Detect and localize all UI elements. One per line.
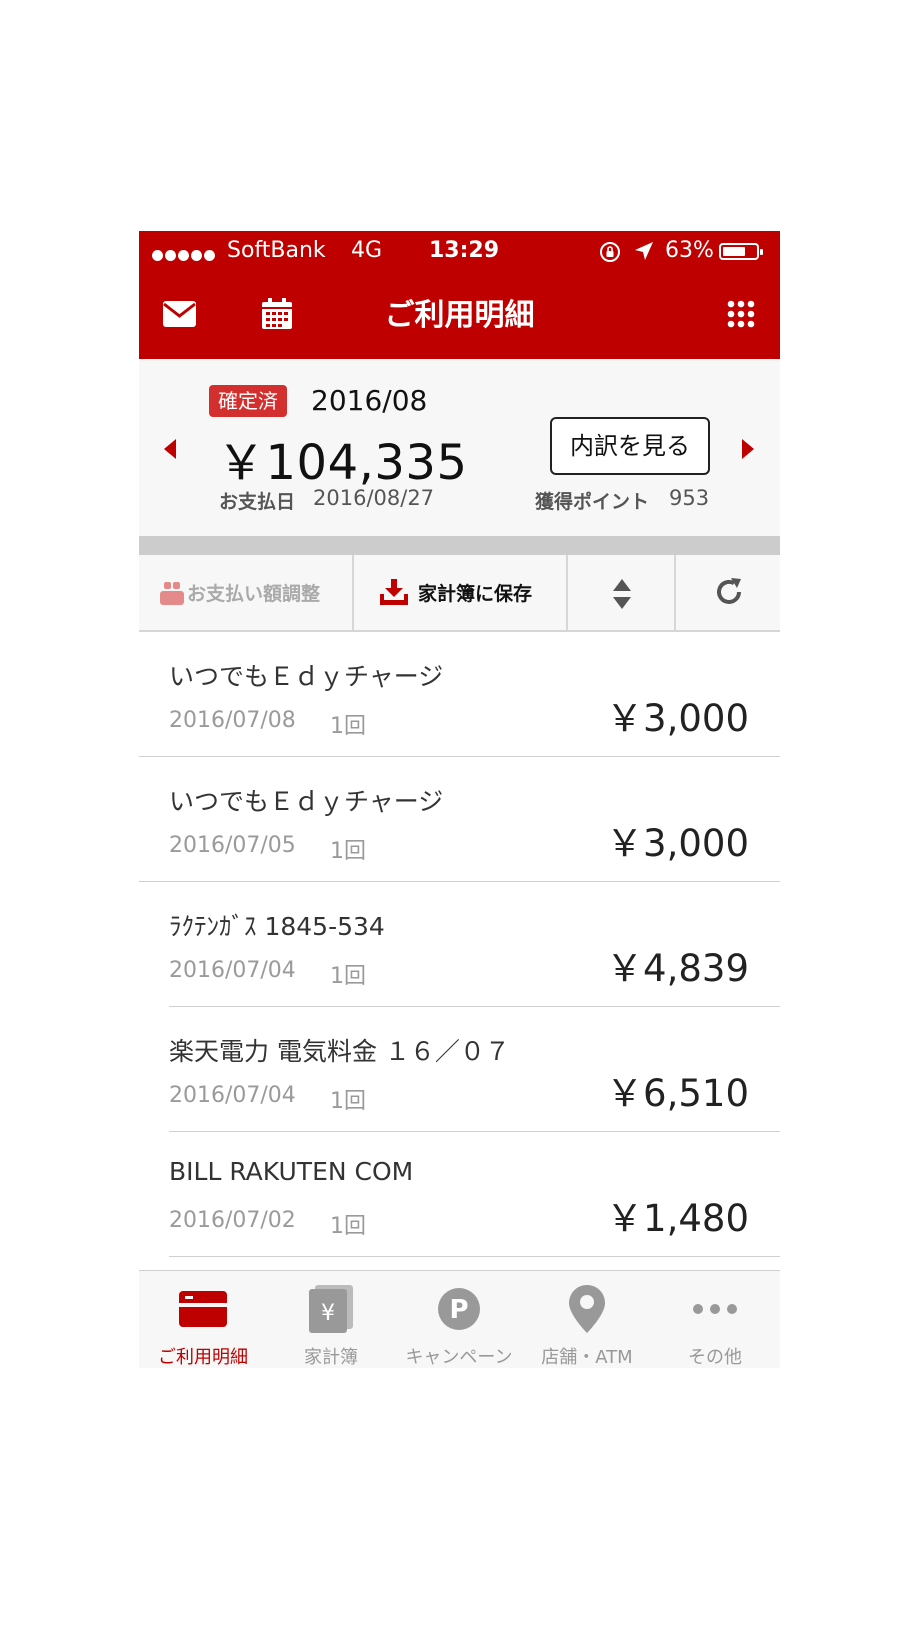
svg-text:P: P <box>449 1295 468 1325</box>
svg-text:¥: ¥ <box>321 1301 335 1326</box>
status-bar: SoftBank 4G 13:29 63% <box>139 231 780 271</box>
transaction-date: 2016/07/02 <box>169 1208 296 1233</box>
battery-percent: 63% <box>665 238 714 263</box>
tab-more[interactable]: その他 <box>651 1271 779 1368</box>
tab-label: その他 <box>688 1347 742 1368</box>
battery-icon <box>719 243 763 260</box>
map-pin-icon <box>523 1283 651 1335</box>
transaction-row[interactable]: ﾗｸﾃﾝｶﾞｽ 1845-534 2016/07/04 1回 ￥4,839 <box>139 882 780 1007</box>
merchant-name: ﾗｸﾃﾝｶﾞｽ 1845-534 <box>169 912 385 941</box>
transaction-amount: ￥3,000 <box>606 822 749 865</box>
credit-card-icon <box>139 1283 267 1335</box>
transaction-amount: ￥1,480 <box>606 1197 749 1240</box>
previous-month-arrow-icon[interactable] <box>163 438 177 464</box>
network-type: 4G <box>351 238 383 263</box>
billing-month: 2016/08 <box>311 384 428 417</box>
transaction-date: 2016/07/04 <box>169 958 296 983</box>
download-icon <box>380 579 408 609</box>
rotation-lock-icon <box>598 240 622 270</box>
transaction-list: いつでもＥｄｙチャージ 2016/07/08 1回 ￥3,000 いつでもＥｄｙ… <box>139 632 780 1257</box>
sort-icon <box>612 579 632 613</box>
more-icon <box>651 1283 779 1335</box>
clock: 13:29 <box>429 238 500 263</box>
points-value: 953 <box>669 486 710 510</box>
merchant-name: BILL RAKUTEN COM <box>169 1157 414 1186</box>
next-month-arrow-icon[interactable] <box>741 438 755 464</box>
row-divider <box>169 1256 780 1257</box>
installment-count: 1回 <box>330 964 366 989</box>
carrier-name: SoftBank <box>227 238 326 263</box>
grid-menu-icon[interactable] <box>727 300 755 332</box>
view-breakdown-button[interactable]: 内訳を見る <box>550 417 710 475</box>
payment-date: 2016/08/27 <box>313 486 435 510</box>
installment-count: 1回 <box>330 1089 366 1114</box>
tab-stores-atm[interactable]: 店舗・ATM <box>523 1271 651 1368</box>
section-divider <box>139 536 780 555</box>
installment-count: 1回 <box>330 839 366 864</box>
transaction-row[interactable]: BILL RAKUTEN COM 2016/07/02 1回 ￥1,480 <box>139 1132 780 1257</box>
transaction-row[interactable]: 楽天電力 電気料金 １６／０７ 2016/07/04 1回 ￥6,510 <box>139 1007 780 1132</box>
coins-icon <box>160 580 184 610</box>
transaction-date: 2016/07/08 <box>169 708 296 733</box>
transaction-amount: ￥3,000 <box>606 697 749 740</box>
points-icon: P <box>395 1283 523 1335</box>
save-to-household-book-button[interactable]: 家計簿に保存 <box>354 555 568 630</box>
tab-campaign[interactable]: P キャンペーン <box>395 1271 523 1368</box>
app-header: SoftBank 4G 13:29 63% ご利用明細 <box>139 231 780 359</box>
signal-strength-icon <box>152 242 217 267</box>
installment-count: 1回 <box>330 714 366 739</box>
household-book-icon: ¥ <box>267 1283 395 1335</box>
transaction-date: 2016/07/04 <box>169 1083 296 1108</box>
payment-date-label: お支払日 <box>219 491 296 513</box>
points-label: 獲得ポイント <box>535 491 650 513</box>
refresh-icon <box>714 577 744 611</box>
transaction-row[interactable]: いつでもＥｄｙチャージ 2016/07/05 1回 ￥3,000 <box>139 757 780 882</box>
tab-label: キャンペーン <box>405 1347 513 1368</box>
save-to-household-book-label: 家計簿に保存 <box>418 583 533 605</box>
installment-count: 1回 <box>330 1214 366 1239</box>
tab-statement[interactable]: ご利用明細 <box>139 1271 267 1368</box>
payment-adjust-label: お支払い額調整 <box>187 583 321 605</box>
tab-label: 家計簿 <box>304 1347 358 1368</box>
action-toolbar: お支払い額調整 家計簿に保存 <box>139 555 780 632</box>
payment-adjust-button[interactable]: お支払い額調整 <box>139 555 354 630</box>
app-screen: SoftBank 4G 13:29 63% ご利用明細 確定済 2016/08 … <box>139 231 780 1368</box>
sort-button[interactable] <box>568 555 676 630</box>
transaction-amount: ￥6,510 <box>606 1072 749 1115</box>
merchant-name: いつでもＥｄｙチャージ <box>169 787 444 816</box>
page-title: ご利用明細 <box>384 298 535 333</box>
billing-amount: ￥104,335 <box>217 435 468 491</box>
transaction-date: 2016/07/05 <box>169 833 296 858</box>
transaction-amount: ￥4,839 <box>606 947 749 990</box>
tab-bar: ご利用明細 ¥ 家計簿 P キャンペーン 店舗・ATM その他 <box>139 1270 780 1368</box>
billing-summary: 確定済 2016/08 ￥104,335 内訳を見る お支払日 2016/08/… <box>139 359 780 536</box>
refresh-button[interactable] <box>676 555 780 630</box>
tab-label: 店舗・ATM <box>541 1347 633 1368</box>
status-badge: 確定済 <box>209 385 287 417</box>
merchant-name: 楽天電力 電気料金 １６／０７ <box>169 1037 510 1066</box>
location-arrow-icon <box>633 240 655 268</box>
merchant-name: いつでもＥｄｙチャージ <box>169 662 444 691</box>
transaction-row[interactable]: いつでもＥｄｙチャージ 2016/07/08 1回 ￥3,000 <box>139 632 780 757</box>
tab-label: ご利用明細 <box>158 1347 248 1368</box>
tab-household-book[interactable]: ¥ 家計簿 <box>267 1271 395 1368</box>
